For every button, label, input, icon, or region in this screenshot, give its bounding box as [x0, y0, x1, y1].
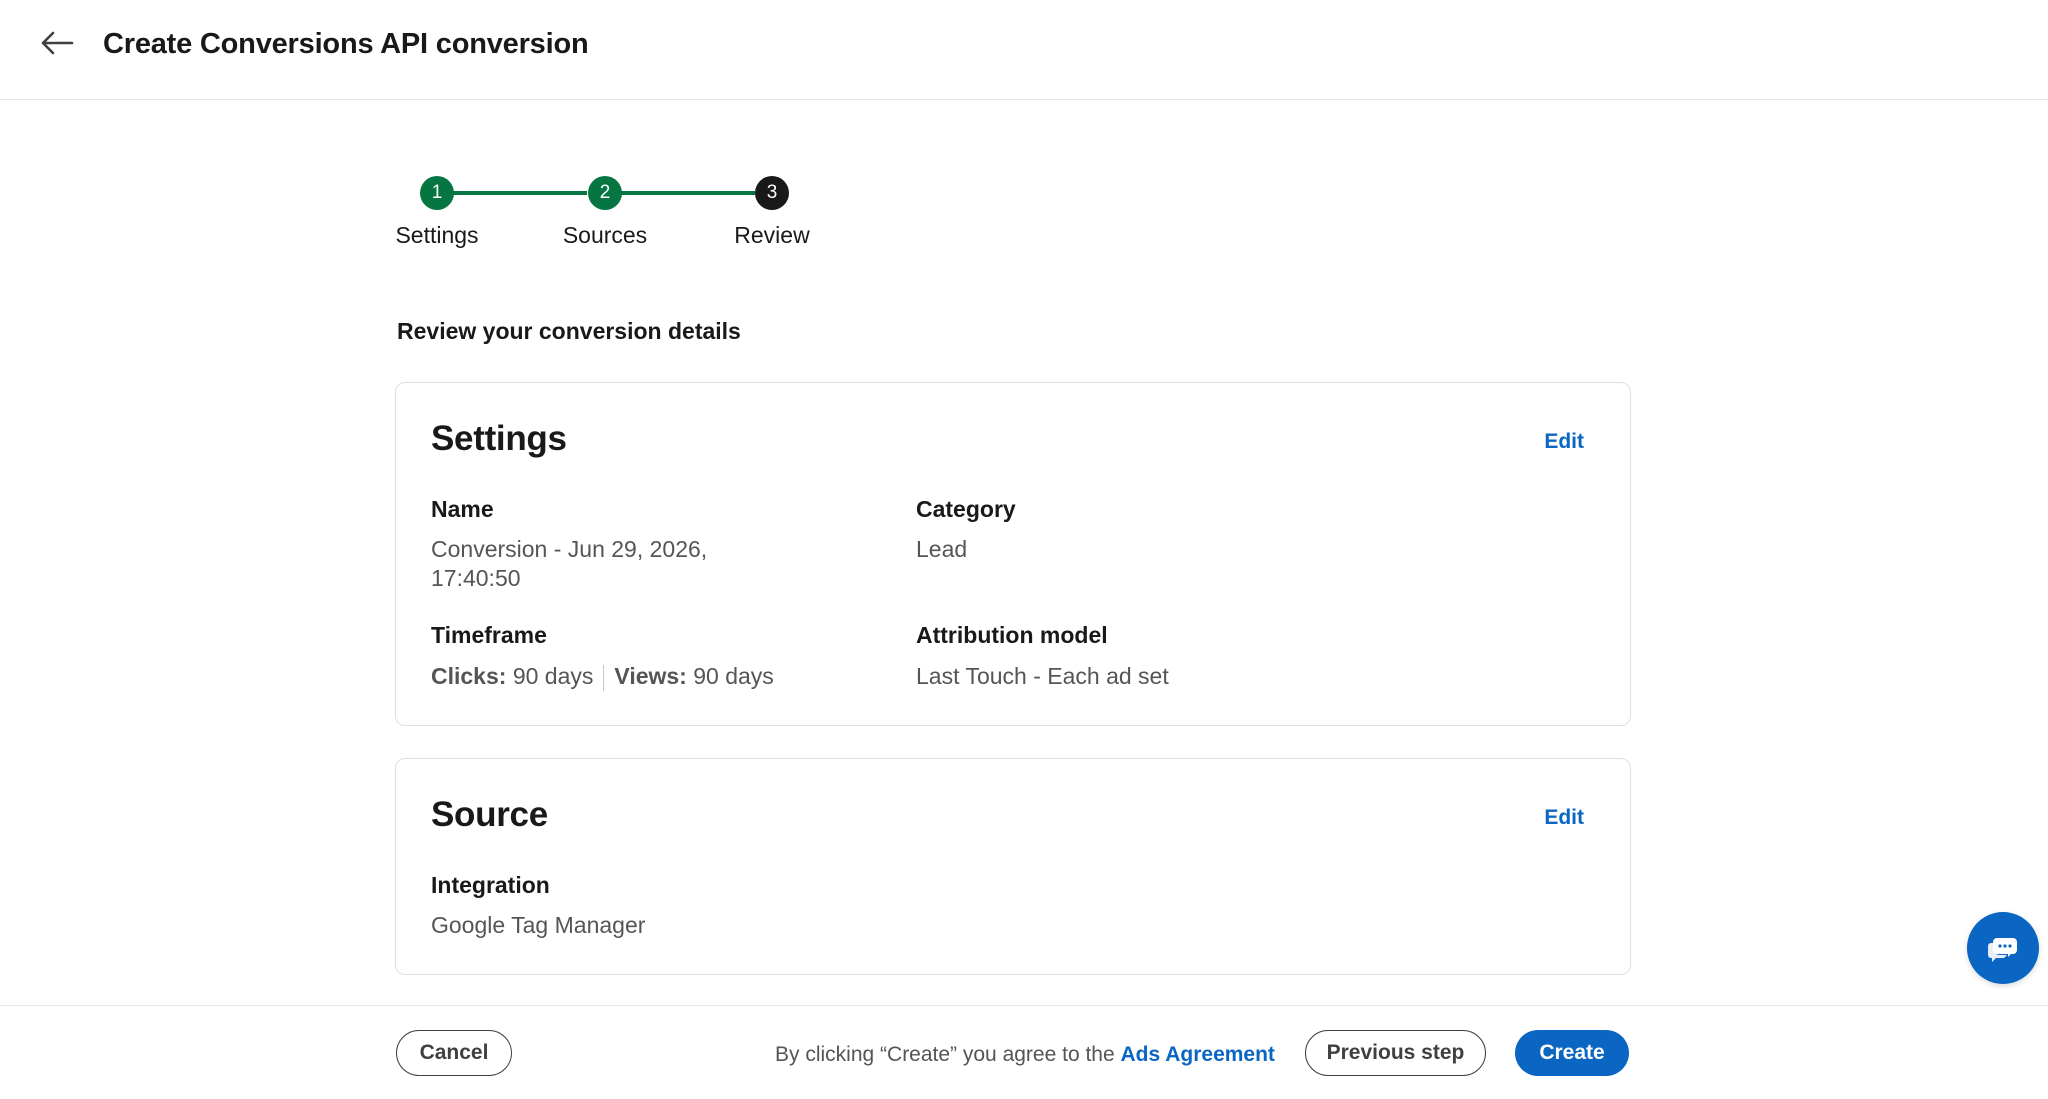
step-1-number: 1 — [431, 182, 443, 203]
timeframe-value: Clicks: 90 days Views: 90 days — [431, 662, 774, 691]
step-3-label: Review — [734, 222, 810, 248]
progress-stepper: 1 2 3 Settings Sources Review — [0, 0, 2048, 260]
name-value: Conversion - Jun 29, 2026, 17:40:50 — [431, 535, 707, 593]
step-connector-1-2 — [453, 191, 587, 195]
name-label: Name — [431, 496, 494, 522]
step-3-number: 3 — [766, 182, 778, 203]
integration-label: Integration — [431, 872, 550, 898]
views-value: 90 days — [693, 663, 774, 689]
agreement-notice: By clicking “Create” you agree to the Ad… — [775, 1043, 1275, 1067]
agreement-text: By clicking “Create” you agree to the — [775, 1043, 1121, 1066]
category-label: Category — [916, 496, 1016, 522]
step-connector-2-3 — [621, 191, 755, 195]
step-2-indicator: 2 — [588, 176, 622, 210]
step-2-number: 2 — [599, 182, 611, 203]
review-heading: Review your conversion details — [397, 318, 741, 344]
integration-value: Google Tag Manager — [431, 912, 646, 938]
step-1-indicator: 1 — [420, 176, 454, 210]
create-button[interactable]: Create — [1515, 1030, 1629, 1076]
previous-step-button[interactable]: Previous step — [1305, 1030, 1486, 1076]
source-card-title: Source — [431, 795, 548, 834]
cancel-button[interactable]: Cancel — [396, 1030, 512, 1076]
ads-agreement-link[interactable]: Ads Agreement — [1121, 1043, 1275, 1066]
help-chat-button[interactable] — [1967, 912, 2039, 984]
source-card: Source Edit Integration Google Tag Manag… — [395, 758, 1631, 975]
clicks-label: Clicks: — [431, 663, 507, 689]
footer-action-bar: Cancel By clicking “Create” you agree to… — [0, 1005, 2048, 1099]
step-1-label: Settings — [395, 222, 479, 248]
category-value: Lead — [916, 536, 968, 562]
name-value-line1: Conversion - Jun 29, 2026, — [431, 536, 708, 562]
settings-card-title: Settings — [431, 419, 567, 458]
chat-bubble-icon — [1988, 938, 2017, 962]
attribution-label: Attribution model — [916, 622, 1108, 648]
views-label: Views: — [614, 663, 687, 689]
attribution-value: Last Touch - Each ad set — [916, 663, 1169, 689]
source-edit-link[interactable]: Edit — [1544, 806, 1584, 830]
clicks-value: 90 days — [512, 663, 594, 689]
name-value-line2: 17:40:50 — [431, 565, 521, 591]
step-3-indicator: 3 — [755, 176, 789, 210]
settings-edit-link[interactable]: Edit — [1544, 430, 1584, 454]
step-2-label: Sources — [562, 222, 648, 248]
settings-card: Settings Edit Name Conversion - Jun 29, … — [395, 382, 1631, 726]
timeframe-label: Timeframe — [431, 622, 547, 648]
timeframe-divider — [603, 664, 605, 691]
